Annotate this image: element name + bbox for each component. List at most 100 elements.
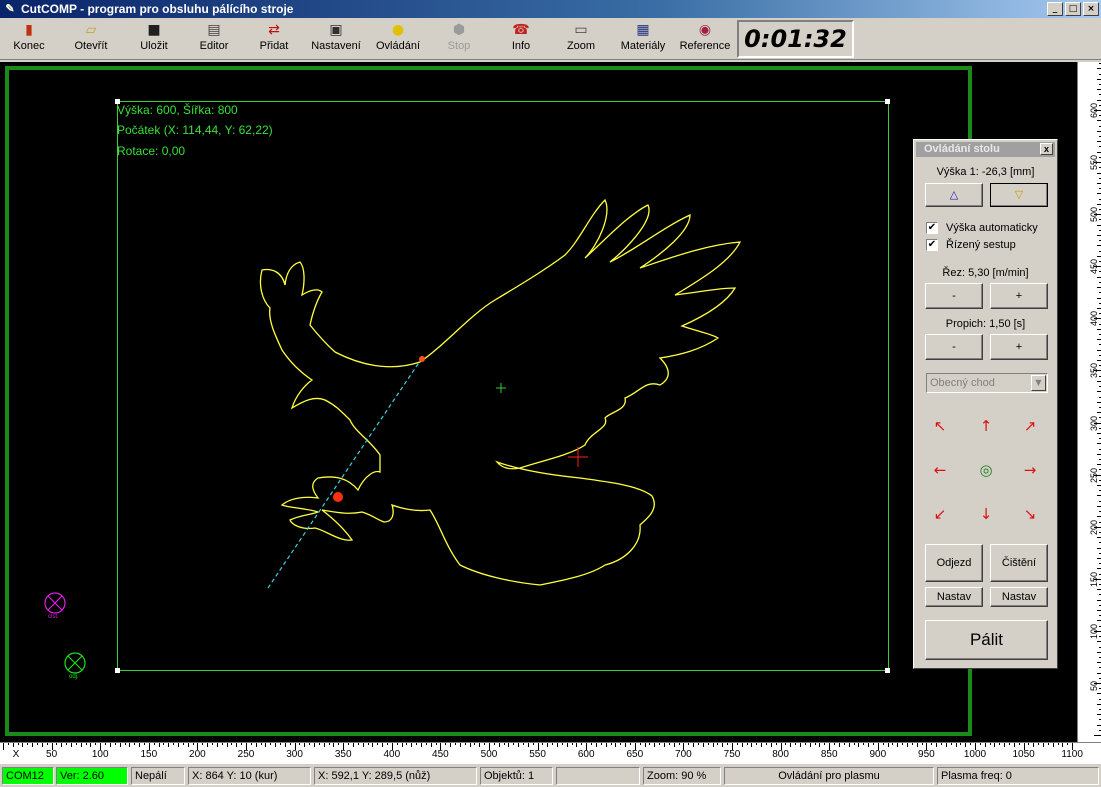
departure-button[interactable]: Odjezd (925, 544, 983, 582)
ruler-tick (824, 743, 826, 745)
status-cursor-position: X: 592,1 Y: 289,5 (nůž) (314, 767, 477, 785)
ruler-tick (693, 743, 695, 747)
ruler-label: 450 (432, 749, 449, 760)
ruler-label: 1050 (1012, 749, 1035, 760)
ruler-tick (32, 743, 34, 747)
ruler-tick (999, 743, 1001, 745)
ruler-tick (834, 743, 836, 745)
ruler-tick (722, 743, 724, 747)
cleaning-button[interactable]: Čištění (990, 544, 1048, 582)
center-target-icon[interactable]: ◎ (976, 460, 996, 480)
ruler-label: 700 (675, 749, 692, 760)
ruler-tick (659, 743, 661, 745)
maximize-button[interactable]: □ (1065, 2, 1081, 16)
burn-button[interactable]: Pálit (925, 620, 1048, 660)
ruler-tick (1097, 78, 1101, 80)
height-up-button[interactable]: △ (925, 183, 983, 207)
toolbar-button-stop[interactable]: ⬢ Stop (440, 20, 478, 58)
ruler-tick (1047, 743, 1049, 745)
ruler-tick (260, 743, 262, 745)
app-icon: ✎ (5, 3, 15, 15)
toolbar-button-materialy[interactable]: ▦ Materiály (617, 20, 669, 58)
ruler-tick (372, 743, 374, 747)
ruler-tick (250, 743, 252, 745)
move-se-arrow-icon[interactable]: ↘ (1020, 504, 1040, 524)
ruler-tick (1013, 743, 1015, 747)
ruler-tick (1097, 120, 1101, 122)
window-title: CutCOMP - program pro obsluhu pálícího s… (21, 2, 294, 16)
move-w-arrow-icon[interactable]: ← (930, 460, 950, 480)
ruler-tick (600, 743, 602, 745)
toolbar-button-zoom[interactable]: ▭ Zoom (560, 20, 602, 58)
ruler-tick (163, 743, 165, 745)
ruler-tick (1097, 307, 1101, 309)
move-ne-arrow-icon[interactable]: ↗ (1020, 416, 1040, 436)
ruler-tick (576, 743, 578, 747)
toolbar-button-ulozit[interactable]: ■ Uložit (134, 20, 174, 58)
ruler-tick (688, 743, 690, 745)
ruler-tick (712, 743, 714, 747)
ruler-tick (527, 743, 529, 747)
ruler-tick (615, 743, 617, 747)
stop-sign-icon: ⬢ (452, 22, 466, 38)
cut-path-line (267, 357, 423, 589)
ruler-tick (1097, 391, 1101, 393)
ruler-tick (1097, 568, 1101, 570)
minimize-button[interactable]: _ (1047, 2, 1063, 16)
ruler-tick (566, 743, 568, 747)
set-cleaning-button[interactable]: Nastav (990, 587, 1048, 607)
move-s-arrow-icon[interactable]: ↓ (976, 504, 996, 524)
chevron-down-icon[interactable]: ▼ (1031, 375, 1046, 391)
mode-select[interactable]: Obecný chod ▼ (926, 373, 1048, 393)
ruler-tick (1097, 589, 1101, 591)
departure-marker-label: odj. (69, 674, 79, 680)
move-e-arrow-icon[interactable]: → (1020, 460, 1040, 480)
ruler-tick (775, 743, 777, 745)
move-nw-arrow-icon[interactable]: ↖ (930, 416, 950, 436)
toolbar-button-info[interactable]: ☎ Info (502, 20, 540, 58)
eagle-contour (259, 198, 742, 586)
title-bar: ✎ CutCOMP - program pro obsluhu pálícího… (0, 0, 1101, 18)
ruler-tick (581, 743, 583, 745)
door-exit-icon: ▮ (25, 22, 33, 38)
pierce-time-minus-button[interactable]: - (925, 334, 983, 360)
cut-speed-minus-button[interactable]: - (925, 283, 983, 309)
toolbar-button-otevrit[interactable]: ▱ Otevřít (68, 20, 114, 58)
toolbar-button-nastaveni[interactable]: ▣ Nastavení (308, 20, 364, 58)
close-button[interactable]: × (1083, 2, 1099, 16)
panel-close-button[interactable]: x (1040, 143, 1053, 155)
set-departure-button[interactable]: Nastav (925, 587, 983, 607)
ruler-tick (795, 743, 797, 745)
move-n-arrow-icon[interactable]: ↑ (976, 416, 996, 436)
ruler-tick (202, 743, 204, 745)
ruler-tick (348, 743, 350, 745)
ruler-tick (897, 743, 899, 747)
cut-speed-plus-button[interactable]: + (990, 283, 1048, 309)
status-machine-position: X: 864 Y: 10 (kur) (188, 767, 311, 785)
pierce-time-plus-button[interactable]: + (990, 334, 1048, 360)
height-down-button[interactable]: ▽ (990, 183, 1048, 207)
ruler-tick (1097, 255, 1101, 257)
toolbar-button-reference[interactable]: ◉ Reference (676, 20, 734, 58)
panel-title: Ovládání stolu x (916, 142, 1055, 157)
auto-height-checkbox[interactable]: ✔ Výška automaticky (926, 222, 1038, 234)
target-icon: ◉ (698, 22, 712, 38)
ruler-tick (241, 743, 243, 745)
app-window: ✎ CutCOMP - program pro obsluhu pálícího… (0, 0, 1101, 787)
controlled-descent-checkbox[interactable]: ✔ Řízený sestup (926, 239, 1016, 251)
ruler-tick (1043, 743, 1045, 747)
ruler-tick (736, 743, 738, 745)
ruler-tick (173, 743, 175, 745)
ruler-tick (401, 743, 403, 747)
move-sw-arrow-icon[interactable]: ↙ (930, 504, 950, 524)
ruler-tick (1097, 557, 1101, 559)
toolbar-button-pridat[interactable]: ⇄ Přidat (254, 20, 294, 58)
toolbar-button-konec[interactable]: ▮ Konec (8, 20, 50, 58)
ruler-tick (668, 743, 670, 745)
toolbar-button-ovladani[interactable]: ● Ovládání (372, 20, 424, 58)
toolbar-button-editor[interactable]: ▤ Editor (194, 20, 234, 58)
ruler-tick (1097, 610, 1101, 612)
vertical-ruler: 50 100 150 200 250 300 350 400 450 500 550 600 (1077, 62, 1101, 742)
ruler-tick (625, 743, 627, 747)
ruler-tick (105, 743, 107, 745)
